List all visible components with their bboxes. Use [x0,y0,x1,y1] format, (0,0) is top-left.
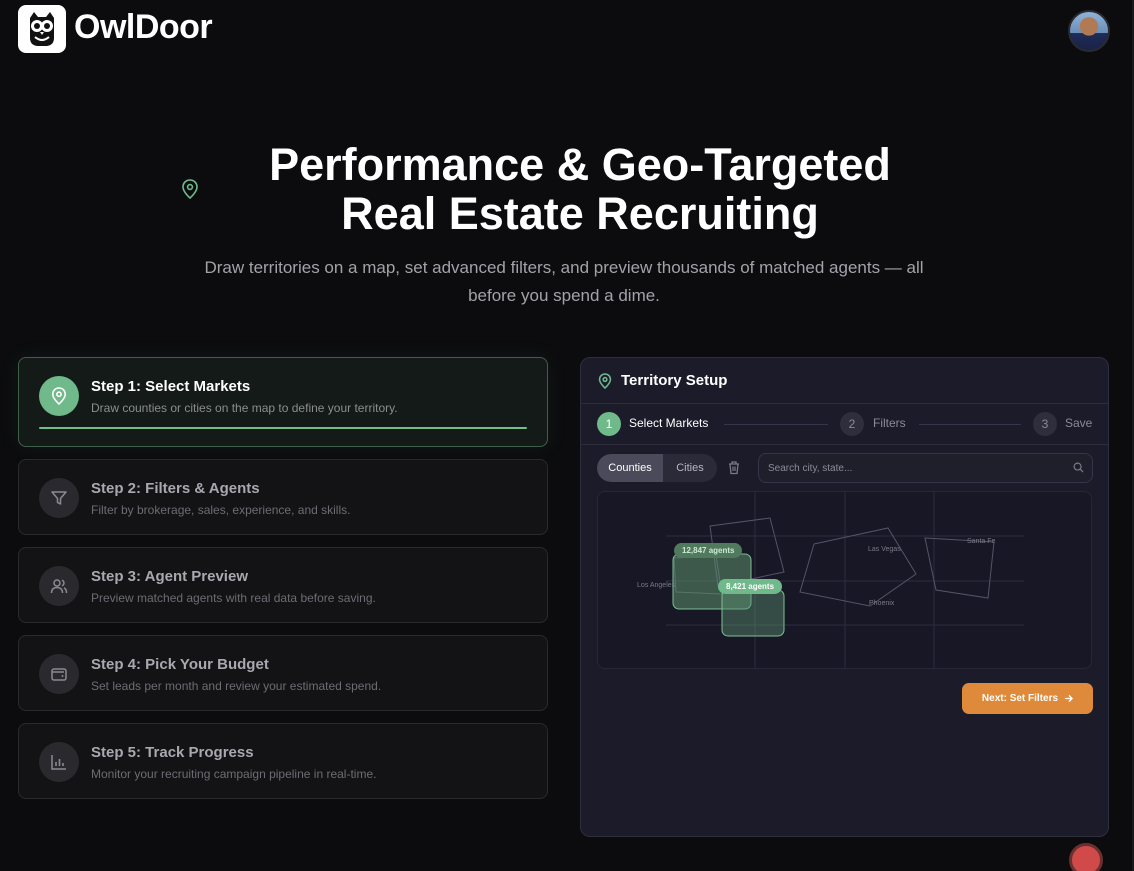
filter-icon [39,478,79,518]
step-desc: Set leads per month and review your esti… [91,679,382,693]
step-desc: Filter by brokerage, sales, experience, … [91,503,351,517]
users-icon [39,566,79,606]
map-label-city: Las Vegas [868,546,901,553]
step-card-filters[interactable]: Step 2: Filters & Agents Filter by broke… [18,459,548,535]
page-subtitle: Draw territories on a map, set advanced … [164,254,964,310]
next-set-filters-button[interactable]: Next: Set Filters [962,683,1093,714]
map-label-city: Santa Fe [967,538,996,545]
step-title: Step 2: Filters & Agents [91,480,260,497]
search-box [758,453,1093,483]
step-title: Step 4: Pick Your Budget [91,656,269,673]
wizard-step-label[interactable]: Save [1065,416,1092,430]
step-title: Step 1: Select Markets [91,378,251,395]
territory-setup-panel: Territory Setup 1 Select Markets 2 Filte… [580,357,1109,837]
step-desc: Monitor your recruiting campaign pipelin… [91,767,377,781]
territory-map[interactable]: Las Vegas Santa Fe Los Angeles Phoenix 1… [597,491,1092,669]
agent-count-badge: 12,847 agents [674,543,743,558]
arrow-right-icon [1064,694,1074,703]
bar-chart-icon [39,742,79,782]
selected-region[interactable] [721,589,785,637]
wizard-step-number[interactable]: 2 [840,412,864,436]
panel-title: Territory Setup [621,372,728,389]
brand-name[interactable]: OwlDoor [74,8,213,47]
agent-count-badge: 8,421 agents [718,579,783,594]
top-nav: OwlDoor [0,0,1134,56]
step-card-budget[interactable]: Step 4: Pick Your Budget Set leads per m… [18,635,548,711]
step-title: Step 3: Agent Preview [91,568,248,585]
step-card-track-progress[interactable]: Step 5: Track Progress Monitor your recr… [18,723,548,799]
page-title: Performance & Geo-Targeted Real Estate R… [130,140,1030,238]
wizard-connector [919,424,1021,425]
wizard-step-number[interactable]: 3 [1033,412,1057,436]
wizard-connector [724,424,828,425]
title-line-1: Performance & Geo-Targeted [269,139,891,190]
step-card-select-markets[interactable]: Step 1: Select Markets Draw counties or … [18,357,548,447]
step-card-agent-preview[interactable]: Step 3: Agent Preview Preview matched ag… [18,547,548,623]
step-title: Step 5: Track Progress [91,744,254,761]
wizard-step-number[interactable]: 1 [597,412,621,436]
subtitle-line-1: Draw territories on a map, set advanced … [204,258,924,277]
map-pin-icon [598,373,612,389]
avatar[interactable] [1068,10,1110,52]
counties-cities-toggle: Counties Cities [597,454,717,482]
cities-tab[interactable]: Cities [663,454,717,482]
subtitle-line-2: before you spend a dime. [468,286,660,305]
step-desc: Draw counties or cities on the map to de… [91,401,398,415]
map-pin-icon [39,376,79,416]
step-progress-bar [39,427,527,429]
wizard-step-label[interactable]: Select Markets [629,416,708,430]
panel-header: Territory Setup [581,358,1108,404]
search-icon[interactable] [1073,462,1084,473]
search-input[interactable] [768,460,1068,476]
wallet-icon [39,654,79,694]
map-label-city: Phoenix [869,600,895,607]
owl-logo-icon[interactable] [18,5,66,53]
trash-icon[interactable] [727,460,741,475]
wizard-steps: 1 Select Markets 2 Filters 3 Save [581,404,1108,445]
wizard-step-label[interactable]: Filters [873,416,906,430]
notification-bell-icon[interactable] [1069,843,1103,871]
step-desc: Preview matched agents with real data be… [91,591,376,605]
title-line-2: Real Estate Recruiting [341,188,819,239]
next-button-label: Next: Set Filters [981,693,1059,704]
counties-tab[interactable]: Counties [597,454,663,482]
map-canvas[interactable] [598,492,1092,669]
map-label-city: Los Angeles [637,582,676,589]
